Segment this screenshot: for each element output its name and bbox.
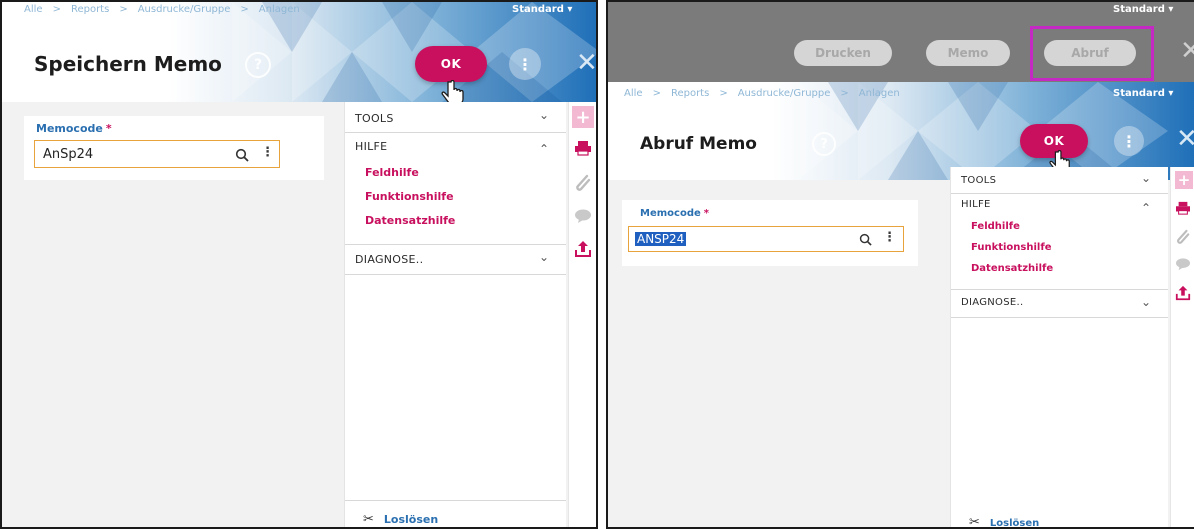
field-options-icon[interactable]: ⋮ bbox=[883, 230, 896, 245]
breadcrumb-item[interactable]: Ausdrucke/Gruppe bbox=[738, 88, 831, 99]
ok-button[interactable]: OK bbox=[415, 46, 487, 82]
memocode-value: ANSP24 bbox=[635, 232, 687, 246]
menu-link-funktionshilfe[interactable]: Funktionshilfe bbox=[971, 242, 1051, 253]
comment-icon[interactable] bbox=[574, 208, 592, 224]
share-icon[interactable] bbox=[1175, 285, 1191, 301]
hand-cursor-icon bbox=[441, 80, 464, 102]
menu-link-datensatzhilfe[interactable]: Datensatzhilfe bbox=[971, 263, 1053, 274]
add-icon[interactable]: + bbox=[572, 106, 594, 128]
page-title: Abruf Memo bbox=[640, 134, 757, 154]
right-toolbar: + bbox=[568, 102, 596, 527]
divider bbox=[951, 193, 1168, 194]
chevron-down-icon[interactable]: ⌄ bbox=[539, 108, 549, 122]
layout-selector[interactable]: Standard ▾ bbox=[1113, 88, 1173, 99]
breadcrumb-item[interactable]: Reports bbox=[71, 4, 109, 15]
highlight-box bbox=[1030, 26, 1154, 81]
print-icon[interactable] bbox=[1175, 201, 1191, 215]
breadcrumb-item[interactable]: Anlagen bbox=[859, 88, 900, 99]
memocode-value: AnSp24 bbox=[43, 147, 94, 162]
search-icon[interactable] bbox=[859, 233, 872, 246]
menu-link-feldhilfe[interactable]: Feldhilfe bbox=[971, 221, 1020, 232]
abruf-memo-panel: Standard ▾ Drucken Memo Abruf ✕ All bbox=[606, 0, 1194, 529]
divider bbox=[951, 289, 1168, 290]
panel-header: Alle > Reports > Ausdrucke/Gruppe > Anlagen St… bbox=[608, 82, 1194, 180]
breadcrumb-item[interactable]: Reports bbox=[671, 88, 709, 99]
memo-button[interactable]: Memo bbox=[926, 40, 1010, 66]
layout-selector[interactable]: Standard ▾ bbox=[1113, 4, 1173, 15]
close-icon[interactable]: ✕ bbox=[1180, 38, 1194, 64]
comment-icon[interactable] bbox=[1175, 257, 1191, 271]
more-options-icon[interactable]: ⋮ bbox=[1114, 126, 1144, 156]
attachment-icon[interactable] bbox=[1176, 229, 1190, 245]
breadcrumb-item[interactable]: Anlagen bbox=[259, 4, 300, 15]
tools-icon: ✂ bbox=[969, 515, 980, 529]
memocode-card: Memocode * AnSp24 ⋮ bbox=[24, 116, 324, 180]
print-icon[interactable] bbox=[574, 140, 592, 156]
memocode-input[interactable]: ANSP24 ⋮ bbox=[628, 226, 904, 252]
close-icon[interactable]: ✕ bbox=[1176, 126, 1194, 152]
chevron-down-icon[interactable]: ⌄ bbox=[539, 250, 549, 264]
side-menu: TOOLS ⌄ HILFE ⌃ Feldhilfe Funktionshilfe… bbox=[344, 102, 566, 527]
undock-button[interactable]: ✂ Loslösen bbox=[363, 512, 438, 527]
more-options-icon[interactable]: ⋮ bbox=[509, 48, 541, 80]
menu-section-hilfe[interactable]: HILFE bbox=[355, 140, 387, 153]
divider bbox=[345, 274, 566, 275]
chevron-down-icon[interactable]: ⌄ bbox=[1141, 171, 1151, 185]
menu-section-hilfe[interactable]: HILFE bbox=[961, 199, 991, 210]
breadcrumb: Alle > Reports > Ausdrucke/Gruppe > Anlagen bbox=[624, 88, 900, 99]
side-menu: TOOLS ⌄ HILFE ⌃ Feldhilfe Funktionshilfe… bbox=[950, 167, 1168, 529]
speichern-memo-panel: Alle > Reports > Ausdrucke/Gruppe > Anlagen St… bbox=[0, 0, 598, 529]
print-button[interactable]: Drucken bbox=[794, 40, 892, 66]
memocode-label: Memocode * bbox=[640, 208, 709, 219]
memocode-card: Memocode * ANSP24 ⋮ bbox=[622, 200, 918, 266]
chevron-up-icon[interactable]: ⌃ bbox=[1141, 201, 1151, 215]
add-icon[interactable]: + bbox=[1175, 171, 1193, 189]
breadcrumb: Alle > Reports > Ausdrucke/Gruppe > Anlagen bbox=[24, 4, 300, 15]
share-icon[interactable] bbox=[574, 240, 592, 258]
memocode-label: Memocode * bbox=[36, 122, 112, 135]
right-toolbar: + bbox=[1170, 167, 1194, 527]
chevron-up-icon[interactable]: ⌃ bbox=[539, 142, 549, 156]
help-icon[interactable]: ? bbox=[812, 132, 836, 156]
help-icon[interactable]: ? bbox=[245, 52, 271, 78]
chevron-down-icon[interactable]: ⌄ bbox=[1141, 295, 1151, 309]
menu-section-tools[interactable]: TOOLS bbox=[355, 112, 394, 125]
menu-section-diagnose[interactable]: DIAGNOSE.. bbox=[961, 297, 1023, 308]
breadcrumb-item[interactable]: Ausdrucke/Gruppe bbox=[138, 4, 231, 15]
page-title: Speichern Memo bbox=[34, 52, 222, 76]
memocode-input[interactable]: AnSp24 ⋮ bbox=[34, 140, 280, 168]
menu-section-tools[interactable]: TOOLS bbox=[961, 175, 996, 186]
menu-link-feldhilfe[interactable]: Feldhilfe bbox=[365, 166, 419, 179]
divider bbox=[345, 244, 566, 245]
menu-section-diagnose[interactable]: DIAGNOSE.. bbox=[355, 253, 423, 266]
menu-link-datensatzhilfe[interactable]: Datensatzhilfe bbox=[365, 214, 455, 227]
close-icon[interactable]: ✕ bbox=[576, 50, 596, 76]
breadcrumb-item[interactable]: Alle bbox=[624, 88, 643, 99]
divider bbox=[951, 317, 1168, 318]
panel-header: Alle > Reports > Ausdrucke/Gruppe > Anlagen St… bbox=[2, 2, 596, 102]
breadcrumb-item[interactable]: Alle bbox=[24, 4, 43, 15]
divider bbox=[345, 132, 566, 133]
tools-icon: ✂ bbox=[363, 512, 374, 527]
layout-selector[interactable]: Standard ▾ bbox=[512, 4, 572, 15]
menu-link-funktionshilfe[interactable]: Funktionshilfe bbox=[365, 190, 454, 203]
divider bbox=[345, 500, 566, 501]
field-options-icon[interactable]: ⋮ bbox=[261, 145, 274, 160]
attachment-icon[interactable] bbox=[575, 174, 591, 192]
search-icon[interactable] bbox=[235, 148, 249, 162]
undock-button[interactable]: ✂ Loslösen bbox=[969, 515, 1039, 529]
